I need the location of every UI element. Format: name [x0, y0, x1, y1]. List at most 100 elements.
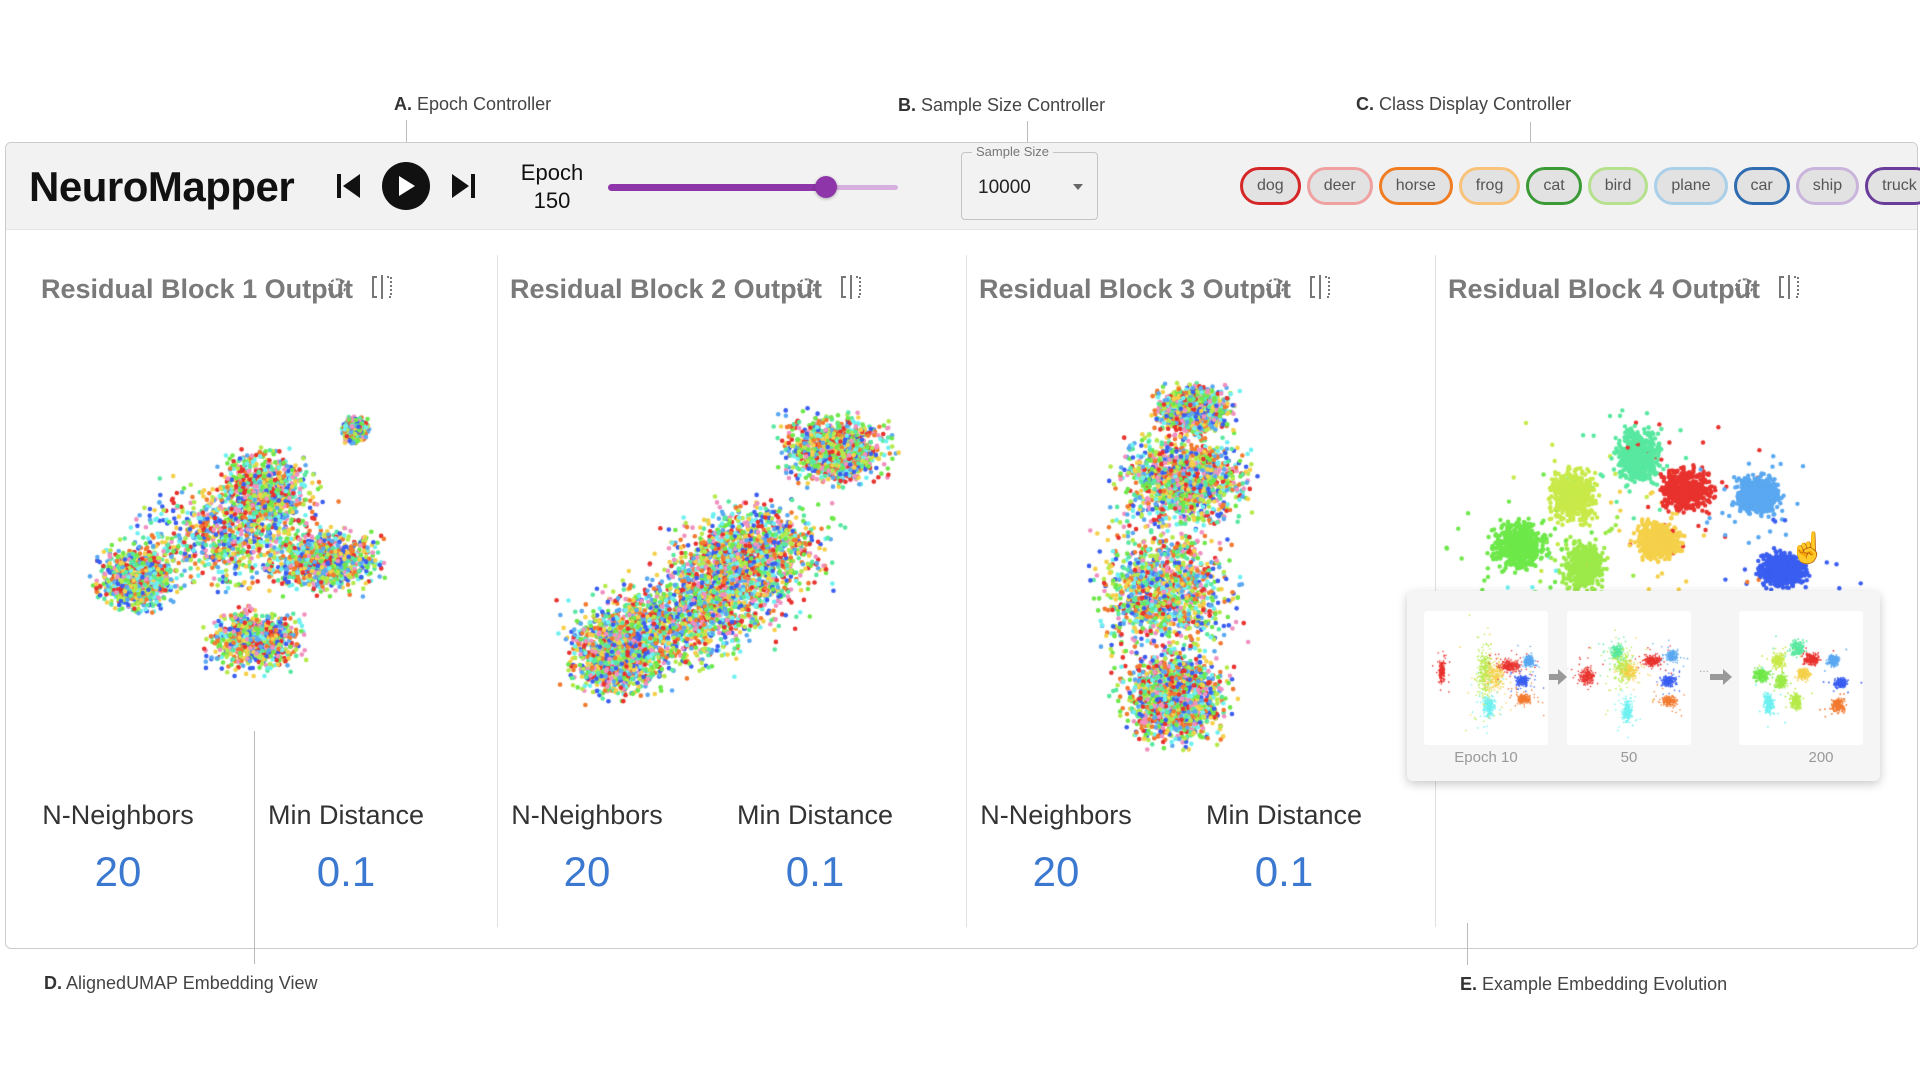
annotation-epoch-controller: A. Epoch Controller [394, 94, 551, 115]
class-chip-deer[interactable]: deer [1306, 167, 1373, 205]
min-distance-value[interactable]: 0.1 [715, 848, 915, 896]
reset-view-button[interactable] [1261, 273, 1289, 301]
neuromapper-panel: NeuroMapper Epoch 150 Sample Size 10000 … [5, 142, 1920, 950]
column-divider [966, 255, 967, 927]
class-chip-frog[interactable]: frog [1458, 167, 1521, 205]
n-neighbors-value[interactable]: 20 [956, 848, 1156, 896]
annotation-letter: E. [1460, 974, 1478, 994]
sample-size-label: Sample Size [972, 144, 1053, 159]
slider-fill [608, 184, 826, 191]
skip-back-button[interactable] [332, 169, 366, 203]
reset-view-button[interactable] [323, 273, 351, 301]
arrow-right-icon [1549, 669, 1567, 685]
hand-cursor-icon: ☝ [1789, 532, 1827, 565]
annotation-class-display-controller: C. Class Display Controller [1356, 94, 1571, 115]
embedding-thumbnail-epoch-200 [1739, 611, 1863, 745]
n-neighbors-label: N-Neighbors [511, 800, 663, 830]
embedding-column-2: Residual Block 2 Output N-Neighbors 20 M… [475, 230, 944, 950]
annotation-text: Class Display Controller [1379, 94, 1572, 114]
n-neighbors-value[interactable]: 20 [18, 848, 218, 896]
min-distance-label: Min Distance [736, 800, 894, 830]
compare-button[interactable] [1775, 273, 1803, 301]
column-divider [497, 255, 498, 927]
block-title: Residual Block 2 Output [510, 274, 823, 304]
skip-forward-button[interactable] [446, 169, 480, 203]
block-title: Residual Block 4 Output [1448, 274, 1761, 304]
class-chip-car[interactable]: car [1733, 167, 1790, 205]
embedding-scatter[interactable] [964, 340, 1404, 780]
class-chip-bird[interactable]: bird [1587, 167, 1649, 205]
split-view-icon [1310, 275, 1330, 299]
min-distance-value[interactable]: 0.1 [246, 848, 446, 896]
refresh-icon [328, 278, 346, 297]
annotation-letter: A. [394, 94, 412, 114]
embedding-scatter[interactable] [495, 340, 935, 780]
class-chip-ship[interactable]: ship [1795, 167, 1860, 205]
epoch-label: Epoch [520, 160, 584, 185]
annotation-letter: D. [44, 973, 62, 993]
epoch-display: Epoch 150 [506, 159, 598, 215]
evolution-thumbnail [1739, 611, 1863, 745]
split-view-icon [372, 275, 392, 299]
reset-view-button[interactable] [792, 273, 820, 301]
annotation-line [406, 120, 407, 144]
app-title: NeuroMapper [29, 163, 295, 210]
compare-button[interactable] [1306, 273, 1334, 301]
embedding-column-1: Residual Block 1 Output N-Neighbors 20 M… [6, 230, 475, 950]
class-chip-dog[interactable]: dog [1240, 167, 1301, 205]
n-neighbors-value[interactable]: 20 [487, 848, 687, 896]
refresh-icon [797, 278, 815, 297]
toolbar: NeuroMapper Epoch 150 Sample Size 10000 … [6, 143, 1920, 230]
refresh-icon [1735, 278, 1753, 297]
min-distance-label: Min Distance [1205, 800, 1363, 830]
min-distance-value[interactable]: 0.1 [1184, 848, 1384, 896]
block-title: Residual Block 1 Output [41, 274, 354, 304]
epoch-value: 150 [533, 188, 571, 213]
n-neighbors-label: N-Neighbors [42, 800, 194, 830]
annotation-embedding-view: D. AlignedUMAP Embedding View [44, 973, 318, 994]
evolution-caption: 50 [1620, 749, 1638, 766]
split-view-icon [1779, 275, 1799, 299]
skip-forward-icon [452, 174, 475, 198]
min-distance-label: Min Distance [267, 800, 425, 830]
annotation-letter: C. [1356, 94, 1374, 114]
annotation-embedding-evolution: E. Example Embedding Evolution [1460, 974, 1727, 995]
play-button[interactable] [382, 162, 430, 210]
evolution-ellipsis: ... [1699, 661, 1710, 675]
sample-size-select[interactable]: Sample Size 10000 [961, 144, 1098, 220]
epoch-slider[interactable] [608, 176, 898, 198]
evolution-caption: 200 [1808, 749, 1834, 766]
block-title: Residual Block 3 Output [979, 274, 1292, 304]
embedding-column-3: Residual Block 3 Output N-Neighbors 20 M… [944, 230, 1413, 950]
evolution-thumbnail [1424, 611, 1548, 745]
split-view-icon [841, 275, 861, 299]
annotation-line [254, 731, 255, 964]
compare-button[interactable] [368, 273, 396, 301]
embedding-scatter[interactable] [26, 340, 466, 780]
embedding-column-4: Residual Block 4 Output [1413, 230, 1882, 950]
skip-back-icon [337, 174, 360, 198]
class-chip-plane[interactable]: plane [1654, 167, 1728, 205]
sample-size-value: 10000 [978, 177, 1031, 198]
play-icon [399, 176, 415, 196]
class-chip-cat[interactable]: cat [1526, 167, 1582, 205]
refresh-icon [1266, 278, 1284, 297]
embedding-thumbnail-epoch-10 [1424, 611, 1548, 745]
slider-thumb[interactable] [814, 176, 837, 198]
class-chip-truck[interactable]: truck [1865, 167, 1920, 205]
embedding-thumbnail-epoch-50 [1567, 611, 1691, 745]
n-neighbors-label: N-Neighbors [980, 800, 1132, 830]
annotation-letter: B. [898, 95, 916, 115]
annotation-text: Example Embedding Evolution [1482, 974, 1728, 994]
class-chips: dog deer horse frog cat bird plane car ship truck [1240, 167, 1920, 205]
class-chip-horse[interactable]: horse [1378, 167, 1453, 205]
annotation-sample-size-controller: B. Sample Size Controller [898, 95, 1105, 116]
annotation-line [1467, 923, 1468, 965]
evolution-caption: Epoch 10 [1454, 749, 1518, 766]
arrow-right-icon [1710, 669, 1732, 685]
reset-view-button[interactable] [1730, 273, 1758, 301]
embedding-evolution-inset: ... Epoch 10 50 200 [1407, 591, 1880, 781]
evolution-thumbnail [1567, 611, 1691, 745]
compare-button[interactable] [837, 273, 865, 301]
chevron-down-icon [1073, 184, 1083, 190]
